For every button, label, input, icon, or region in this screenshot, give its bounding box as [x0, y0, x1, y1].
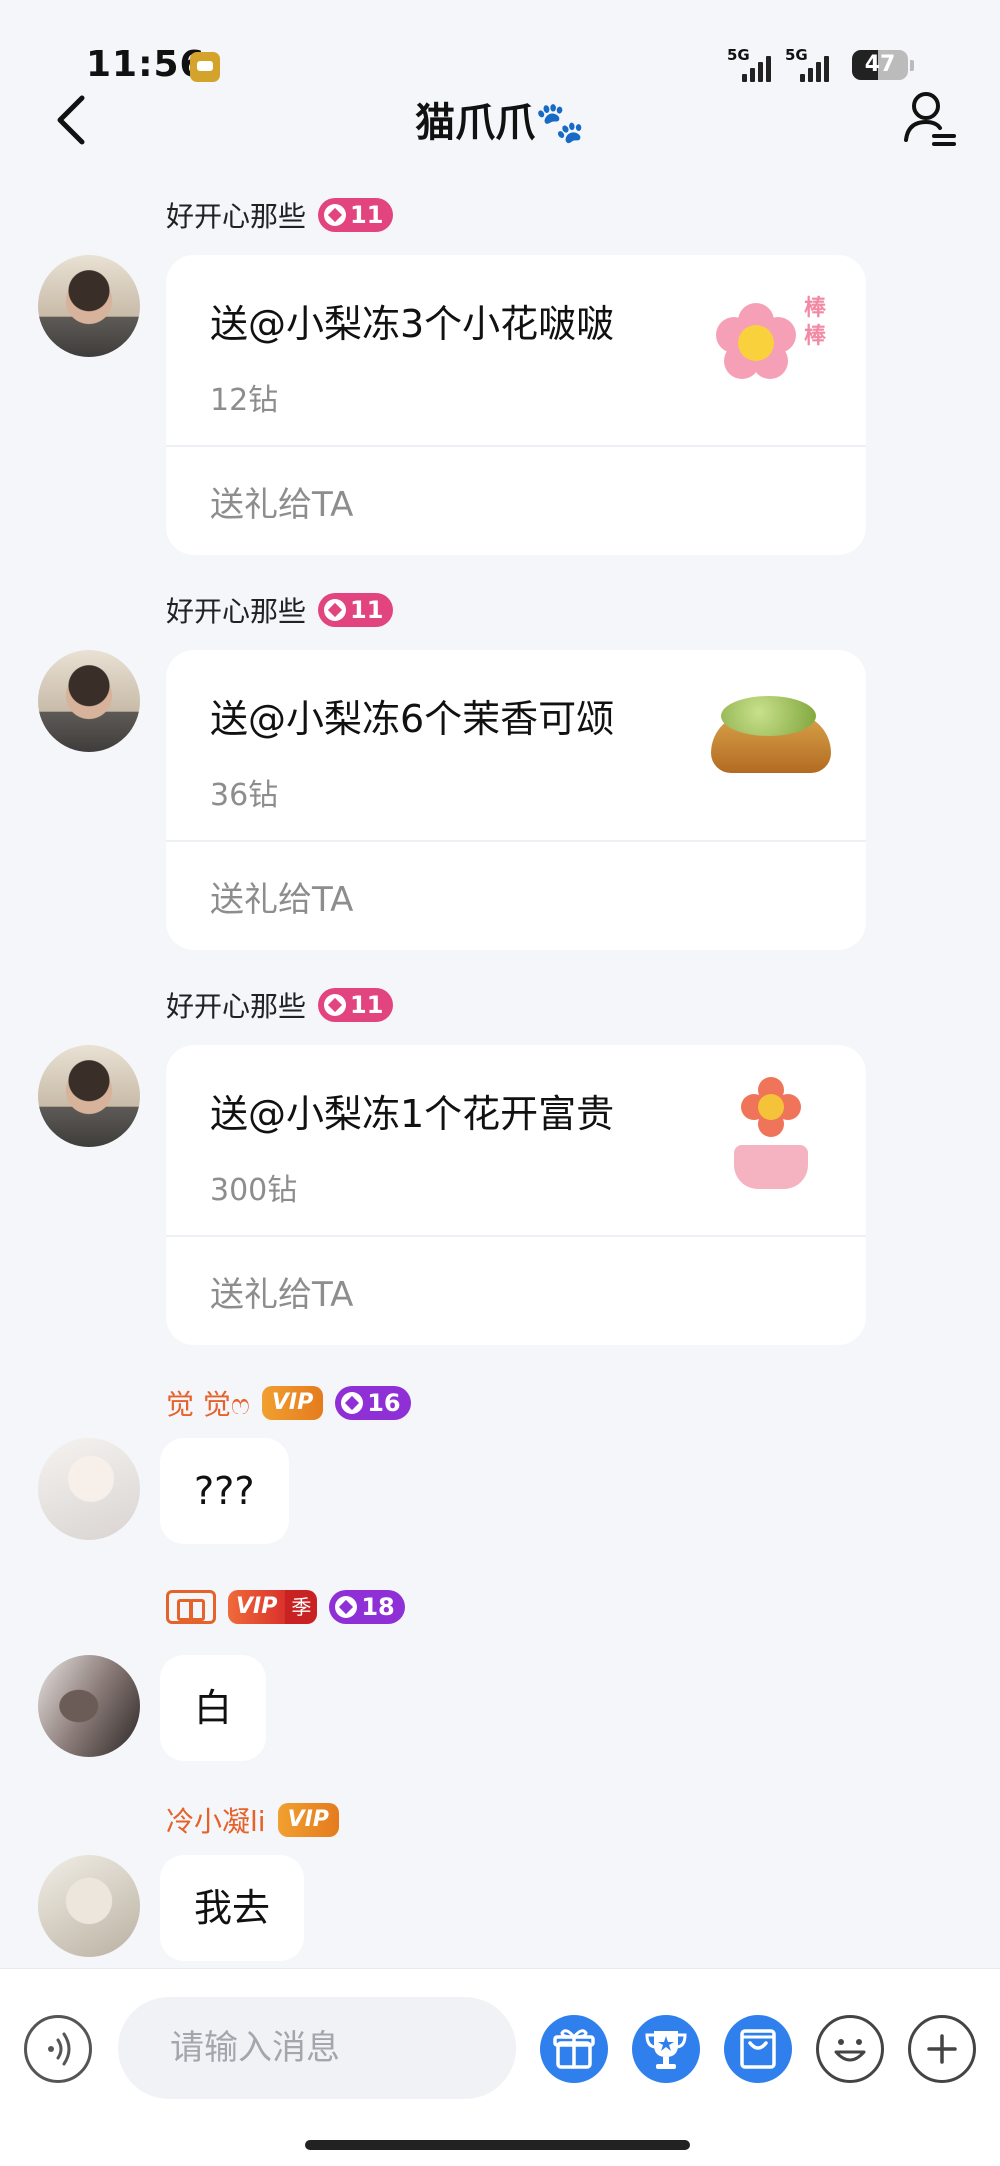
sender-name-image[interactable] — [166, 1590, 216, 1624]
message-notification-icon — [190, 52, 220, 82]
gift-price: 36钻 — [210, 778, 279, 813]
gift-title: 送@小梨冻6个茉香可颂 — [210, 697, 615, 741]
page-title: 猫爪爪🐾 — [415, 100, 585, 146]
message-bubble[interactable]: 白 — [160, 1655, 267, 1761]
sender-info: 觉 觉ෆ VIP 16 — [166, 1383, 411, 1423]
signal-bars-1-icon — [742, 52, 771, 82]
croissant-topping — [721, 696, 816, 736]
divider — [166, 445, 866, 447]
battery-tip — [910, 60, 914, 71]
more-button[interactable] — [908, 2015, 976, 2083]
diamond-icon — [324, 599, 347, 621]
level-value: 11 — [350, 991, 384, 1019]
gift-card[interactable]: 送@小梨冻3个小花啵啵 12钻 棒棒 送礼给TA — [166, 255, 866, 555]
sender-info: 好开心那些 11 — [166, 195, 394, 235]
sender-info: VIP 季 18 — [166, 1590, 405, 1624]
level-badge: 11 — [318, 593, 394, 627]
sender-name[interactable]: 好开心那些 — [166, 590, 306, 630]
gift-icon — [553, 2029, 595, 2069]
level-badge: 18 — [329, 1590, 405, 1624]
trophy-button[interactable] — [632, 2015, 700, 2083]
level-badge: 16 — [335, 1386, 411, 1420]
signal-bars-2-icon — [800, 52, 829, 82]
sender-info: 好开心那些 11 — [166, 985, 394, 1025]
message-bubble[interactable]: 我去 — [160, 1855, 305, 1961]
divider — [166, 840, 866, 842]
shopping-bag-icon — [740, 2029, 776, 2069]
vip-badge: VIP — [277, 1803, 339, 1837]
gift-potted-flower-image — [706, 1073, 836, 1193]
diamond-icon — [324, 994, 347, 1016]
plus-icon — [927, 2034, 957, 2064]
sender-name[interactable]: 好开心那些 — [166, 195, 306, 235]
divider — [166, 1235, 866, 1237]
gift-title: 送@小梨冻3个小花啵啵 — [210, 302, 615, 346]
voice-button[interactable] — [24, 2015, 92, 2083]
level-badge: 11 — [318, 988, 394, 1022]
level-value: 18 — [361, 1593, 395, 1621]
avatar[interactable] — [38, 255, 140, 357]
smile-icon — [834, 2039, 866, 2062]
season-label: 季 — [285, 1590, 318, 1624]
gift-title: 送@小梨冻1个花开富贵 — [210, 1092, 615, 1136]
battery-icon: 47 — [852, 50, 908, 80]
gift-price: 300钻 — [210, 1173, 298, 1208]
sender-name[interactable]: 好开心那些 — [166, 985, 306, 1025]
gift-croissant-image — [706, 678, 836, 798]
gift-flower-image: 棒棒 — [706, 283, 836, 403]
diamond-icon — [335, 1596, 358, 1618]
flower-pot — [734, 1145, 808, 1189]
sender-info: 冷小凝li VIP — [166, 1800, 339, 1840]
avatar[interactable] — [38, 1045, 140, 1147]
avatar[interactable] — [38, 1855, 140, 1957]
level-value: 11 — [350, 596, 384, 624]
gift-price: 12钻 — [210, 383, 279, 418]
status-time: 11:56 — [86, 44, 206, 85]
flower-icon — [741, 1077, 801, 1137]
send-gift-link[interactable]: 送礼给TA — [210, 1267, 353, 1316]
message-bubble[interactable]: ??? — [160, 1438, 289, 1544]
gift-stamp-text: 棒棒 — [803, 296, 826, 349]
trophy-icon — [645, 2031, 687, 2069]
profile-menu-button[interactable] — [900, 88, 960, 148]
avatar[interactable] — [38, 650, 140, 752]
gift-card[interactable]: 送@小梨冻1个花开富贵 300钻 送礼给TA — [166, 1045, 866, 1345]
user-menu-icon — [904, 92, 956, 146]
sender-name[interactable]: 冷小凝li — [166, 1800, 266, 1840]
level-value: 11 — [350, 201, 384, 229]
vip-season-badge: VIP 季 — [228, 1590, 318, 1624]
avatar[interactable] — [38, 1655, 140, 1757]
vip-label: VIP — [228, 1590, 286, 1624]
gift-card[interactable]: 送@小梨冻6个茉香可颂 36钻 送礼给TA — [166, 650, 866, 950]
emoji-button[interactable] — [816, 2015, 884, 2083]
battery-percent: 47 — [864, 52, 896, 77]
level-value: 16 — [367, 1389, 401, 1417]
send-gift-link[interactable]: 送礼给TA — [210, 477, 353, 526]
home-indicator[interactable] — [305, 2140, 690, 2150]
store-button[interactable] — [724, 2015, 792, 2083]
input-bar — [0, 1968, 1000, 2166]
sender-name[interactable]: 觉 觉ෆ — [166, 1383, 250, 1423]
sender-info: 好开心那些 11 — [166, 590, 394, 630]
status-bar: 11:56 5G 5G 47 — [0, 0, 1000, 95]
diamond-icon — [341, 1392, 364, 1414]
gift-button[interactable] — [540, 2015, 608, 2083]
send-gift-link[interactable]: 送礼给TA — [210, 872, 353, 921]
diamond-icon — [324, 204, 347, 226]
vip-badge: VIP — [261, 1386, 324, 1420]
flower-icon — [716, 303, 796, 383]
voice-icon — [48, 2032, 71, 2066]
avatar[interactable] — [38, 1438, 140, 1540]
level-badge: 11 — [318, 198, 394, 232]
message-input[interactable] — [118, 1997, 516, 2099]
